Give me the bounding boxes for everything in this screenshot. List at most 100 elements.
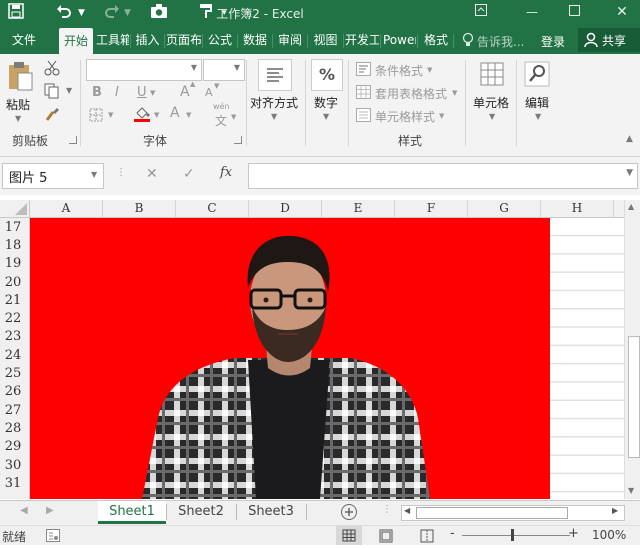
tab-power-pivot[interactable]: Power Pivot: [383, 26, 416, 54]
tab-insert[interactable]: 插入: [132, 26, 163, 54]
font-color-dropdown-icon[interactable]: ▼: [186, 111, 191, 119]
tab-home[interactable]: 开始: [59, 28, 93, 54]
zoom-out-button[interactable]: -: [450, 526, 455, 541]
underline-button[interactable]: U: [137, 85, 147, 100]
tab-formulas[interactable]: 公式: [204, 26, 236, 54]
table-format-button[interactable]: 套用表格格式: [375, 85, 447, 102]
row-header[interactable]: 17: [0, 219, 26, 237]
paste-dropdown-icon[interactable]: ▼: [15, 114, 21, 123]
column-header[interactable]: F: [395, 200, 468, 217]
row-header[interactable]: 30: [0, 457, 26, 475]
conditional-format-dropdown-icon[interactable]: ▼: [427, 66, 432, 74]
ribbon-display-icon[interactable]: [467, 2, 495, 22]
scroll-down-icon[interactable]: ▼: [628, 486, 634, 495]
increase-font-button[interactable]: A: [180, 84, 190, 100]
fill-color-dropdown-icon[interactable]: ▼: [154, 111, 159, 119]
tab-file[interactable]: 文件: [0, 26, 48, 54]
underline-dropdown-icon[interactable]: ▼: [150, 89, 155, 97]
sheet-tab-sheet1[interactable]: Sheet1: [98, 501, 166, 524]
row-header[interactable]: 29: [0, 438, 26, 456]
bold-button[interactable]: B: [92, 85, 102, 100]
name-box[interactable]: 图片 5 ▼: [2, 163, 104, 189]
normal-view-button[interactable]: [336, 526, 362, 545]
paste-icon[interactable]: [8, 61, 34, 94]
italic-button[interactable]: I: [115, 85, 119, 100]
editing-dropdown-icon[interactable]: ▼: [535, 112, 541, 121]
fill-color-icon[interactable]: [133, 104, 151, 125]
tab-view[interactable]: 视图: [309, 26, 342, 54]
font-size-select[interactable]: ▼: [203, 59, 245, 81]
row-header[interactable]: 28: [0, 420, 26, 438]
row-header[interactable]: 20: [0, 274, 26, 292]
insert-function-button[interactable]: fx: [220, 165, 232, 180]
tab-format[interactable]: 格式: [420, 26, 452, 54]
editing-button[interactable]: 编辑: [525, 94, 549, 111]
row-header[interactable]: 21: [0, 292, 26, 310]
table-format-dropdown-icon[interactable]: ▼: [452, 89, 457, 97]
macro-record-icon[interactable]: [46, 529, 60, 545]
tell-me-input[interactable]: 告诉我...: [477, 33, 524, 50]
collapse-ribbon-icon[interactable]: ▲: [626, 134, 633, 144]
tab-data[interactable]: 数据: [239, 26, 271, 54]
minimize-icon[interactable]: —: [518, 2, 546, 22]
font-launcher-icon[interactable]: [234, 136, 242, 144]
tab-developer[interactable]: 开发工具: [345, 26, 379, 54]
vertical-scroll-thumb[interactable]: [628, 336, 640, 458]
zoom-slider-thumb[interactable]: [511, 529, 514, 541]
phonetic-dropdown-icon[interactable]: ▼: [231, 113, 236, 121]
cell-style-dropdown-icon[interactable]: ▼: [439, 112, 444, 120]
font-name-select[interactable]: ▼: [86, 59, 202, 81]
cells-dropdown-icon[interactable]: ▼: [489, 112, 495, 121]
cell-style-button[interactable]: 单元格样式: [375, 108, 435, 125]
row-header[interactable]: 18: [0, 237, 26, 255]
sheet-tab-sheet3[interactable]: Sheet3: [238, 501, 304, 523]
copy-dropdown-icon[interactable]: ▼: [66, 86, 72, 95]
border-icon[interactable]: [89, 108, 103, 125]
tab-review[interactable]: 审阅: [274, 26, 306, 54]
name-box-dropdown-icon[interactable]: ▼: [91, 170, 97, 179]
inserted-picture[interactable]: [30, 218, 550, 499]
horizontal-scrollbar[interactable]: ◀ ▶: [401, 505, 625, 521]
row-header[interactable]: 23: [0, 328, 26, 346]
horizontal-scroll-thumb[interactable]: [416, 507, 568, 519]
formula-bar-grip-icon[interactable]: ⋮: [116, 167, 126, 178]
column-header[interactable]: H: [541, 200, 614, 217]
expand-formula-icon[interactable]: ▼: [626, 168, 633, 178]
row-header[interactable]: 27: [0, 402, 26, 420]
clipboard-launcher-icon[interactable]: [69, 136, 77, 144]
alignment-button[interactable]: 对齐方式: [250, 94, 298, 111]
tab-page-layout[interactable]: 页面布局: [166, 26, 201, 54]
conditional-format-button[interactable]: 条件格式: [375, 62, 423, 79]
page-layout-view-icon[interactable]: [379, 529, 393, 546]
tab-toolbox[interactable]: 工具箱: [96, 26, 129, 54]
row-header[interactable]: 31: [0, 475, 26, 493]
column-header[interactable]: G: [468, 200, 541, 217]
font-color-button[interactable]: A: [170, 105, 180, 121]
close-icon[interactable]: ✕: [608, 2, 636, 22]
copy-icon[interactable]: [44, 83, 60, 102]
percent-icon[interactable]: %: [311, 59, 343, 91]
border-dropdown-icon[interactable]: ▼: [108, 111, 113, 119]
hscroll-grip-icon[interactable]: ⋮: [382, 504, 392, 515]
zoom-slider-track[interactable]: [462, 535, 570, 536]
alignment-dropdown-icon[interactable]: ▼: [271, 112, 277, 121]
row-header[interactable]: 22: [0, 310, 26, 328]
cancel-formula-button[interactable]: ✕: [146, 166, 158, 182]
cut-icon[interactable]: [44, 60, 60, 79]
column-header[interactable]: A: [30, 200, 103, 217]
number-button[interactable]: 数字: [314, 94, 338, 111]
row-header[interactable]: 19: [0, 255, 26, 273]
zoom-level[interactable]: 100%: [592, 528, 626, 542]
add-sheet-icon[interactable]: [340, 503, 358, 524]
column-header[interactable]: E: [322, 200, 395, 217]
sheet-tab-sheet2[interactable]: Sheet2: [168, 501, 234, 523]
enter-formula-button[interactable]: ✓: [183, 166, 195, 182]
cells-button[interactable]: 单元格: [473, 94, 509, 111]
format-painter-icon[interactable]: [44, 106, 60, 125]
maximize-icon[interactable]: [560, 2, 588, 22]
share-button[interactable]: 共享: [578, 28, 640, 52]
zoom-in-button[interactable]: +: [568, 526, 579, 541]
vertical-scrollbar[interactable]: ▲ ▼: [624, 200, 640, 499]
lightbulb-icon[interactable]: [462, 32, 474, 51]
page-break-view-icon[interactable]: [420, 529, 434, 546]
